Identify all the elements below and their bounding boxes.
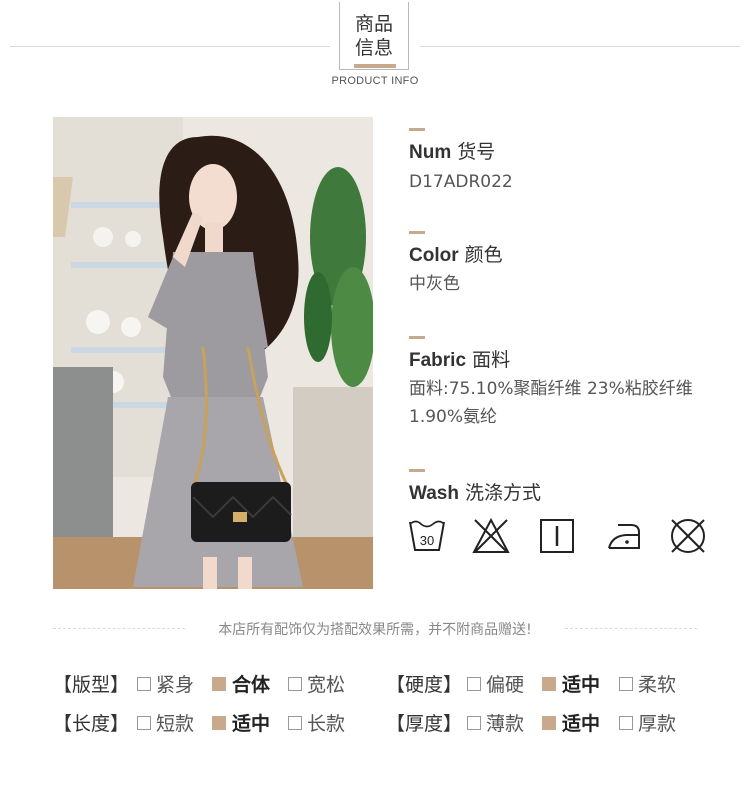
fit-option-2: 合体 [232, 674, 271, 696]
section-title-line2: 信息 [354, 37, 393, 59]
fabric-value-line2: 1.90%氨纶 [409, 407, 498, 427]
do-not-dry-clean-icon [671, 519, 705, 553]
header-divider-left [10, 46, 330, 47]
length-option-3-checkbox [288, 716, 302, 730]
num-label-cn: 货号 [457, 141, 496, 163]
thickness-option-2-checkbox [542, 716, 556, 730]
fit-option-3: 宽松 [307, 674, 346, 696]
hardness-option-3: 柔软 [638, 674, 677, 696]
fit-option-3-checkbox [288, 677, 302, 691]
length-label: 【长度】 [53, 713, 130, 735]
wash-accent-bar [409, 469, 425, 472]
num-accent-bar [409, 128, 425, 131]
title-accent-bar [354, 64, 396, 68]
hardness-label: 【硬度】 [386, 674, 463, 696]
thickness-option-3: 厚款 [638, 713, 677, 735]
section-title-line1: 商品 [354, 13, 393, 35]
thickness-option-2: 适中 [562, 713, 601, 735]
wash-temperature-text: 30 [420, 533, 434, 548]
note-divider-right [565, 628, 697, 629]
hardness-option-1: 偏硬 [486, 674, 525, 696]
wash-label: Wash 洗涤方式 [409, 478, 541, 505]
color-value: 中灰色 [409, 274, 460, 294]
section-subtitle: PRODUCT INFO [331, 75, 419, 87]
length-option-2-checkbox [212, 716, 226, 730]
tumble-dry-icon [540, 519, 574, 553]
num-label-en: Num [409, 142, 452, 163]
header-divider-right [420, 46, 740, 47]
hardness-option-2-checkbox [542, 677, 556, 691]
wash-30-icon: 30 [409, 520, 445, 551]
num-value: D17ADR022 [409, 172, 513, 192]
num-label: Num 货号 [409, 137, 495, 164]
fabric-label-en: Fabric [409, 350, 467, 371]
thickness-label: 【厚度】 [386, 713, 463, 735]
color-accent-bar [409, 231, 425, 234]
length-option-1-checkbox [137, 716, 151, 730]
hardness-option-2: 适中 [562, 674, 601, 696]
section-title-box: 商品 信息 [339, 2, 409, 70]
wash-label-en: Wash [409, 483, 459, 504]
hardness-option-1-checkbox [467, 677, 481, 691]
iron-low-icon [608, 524, 640, 549]
color-label: Color 颜色 [409, 240, 503, 267]
fit-label: 【版型】 [53, 674, 130, 696]
fabric-accent-bar [409, 336, 425, 339]
thickness-option-1: 薄款 [486, 713, 525, 735]
fit-option-2-checkbox [212, 677, 226, 691]
length-option-1: 短款 [156, 713, 195, 735]
length-option-3: 长款 [307, 713, 346, 735]
fit-option-1-checkbox [137, 677, 151, 691]
do-not-bleach-icon [472, 517, 510, 553]
accessory-disclaimer: 本店所有配饰仅为搭配效果所需，并不附商品赠送! [218, 622, 532, 638]
fabric-label-cn: 面料 [472, 349, 511, 371]
color-label-en: Color [409, 245, 459, 266]
thickness-option-1-checkbox [467, 716, 481, 730]
note-divider-left [53, 628, 185, 629]
color-label-cn: 颜色 [464, 244, 503, 266]
length-option-2: 适中 [232, 713, 271, 735]
thickness-option-3-checkbox [619, 716, 633, 730]
fabric-value-line1: 面料:75.10%聚酯纤维 23%粘胶纤维 [409, 379, 693, 399]
wash-label-cn: 洗涤方式 [465, 482, 542, 504]
hardness-option-3-checkbox [619, 677, 633, 691]
product-photo [53, 117, 373, 589]
fabric-label: Fabric 面料 [409, 345, 510, 372]
fit-option-1: 紧身 [156, 674, 195, 696]
